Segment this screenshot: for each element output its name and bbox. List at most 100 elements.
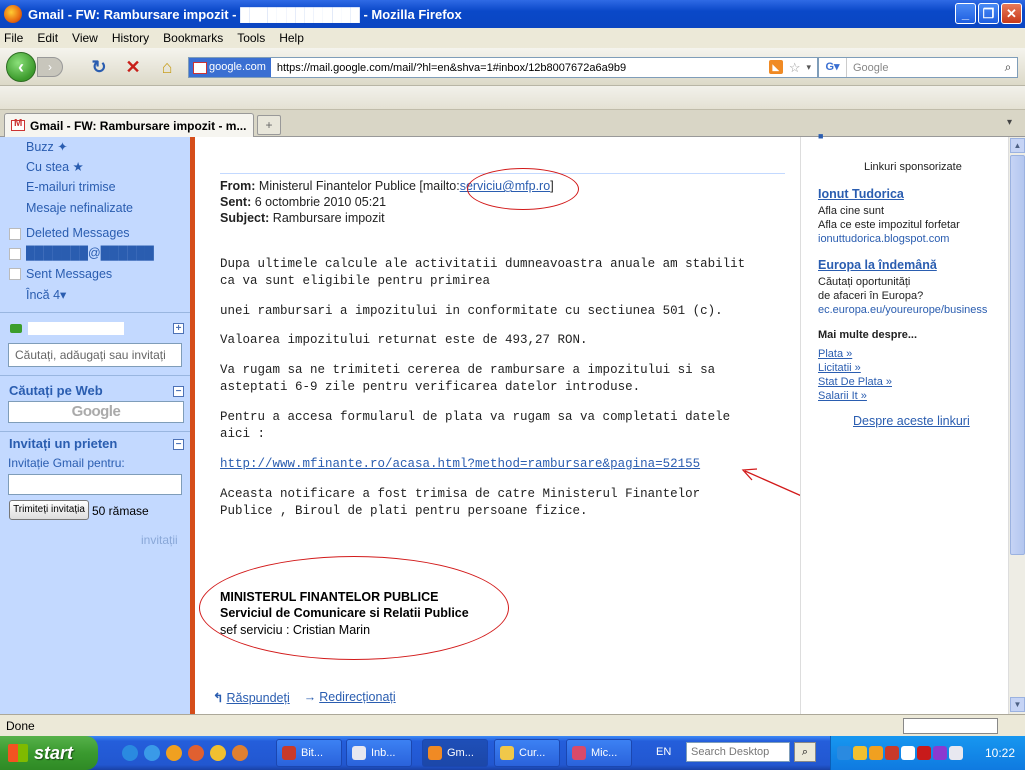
status-bar: Done (0, 714, 1025, 736)
task-folder[interactable]: Cur... (494, 739, 560, 767)
menu-help[interactable]: Help (279, 31, 304, 45)
quicklaunch-icon[interactable] (232, 745, 248, 761)
menu-edit[interactable]: Edit (37, 31, 58, 45)
back-button[interactable]: ‹ (6, 52, 36, 82)
start-button[interactable]: start (0, 736, 98, 770)
sponsored-links-pane: ■ Linkuri sponsorizate Ionut Tudorica Af… (800, 131, 1008, 714)
label-checkbox[interactable] (9, 228, 21, 240)
more-link[interactable]: Licitatii » (818, 362, 861, 374)
ad-url[interactable]: ionuttudorica.blogspot.com (818, 233, 949, 245)
forward-button[interactable]: › (37, 57, 63, 77)
collapse-icon[interactable]: − (173, 386, 184, 397)
label-checkbox[interactable] (9, 268, 21, 280)
new-tab-button[interactable]: + (257, 115, 281, 135)
annotation-signature-circle (199, 556, 509, 660)
maximize-button[interactable]: ❐ (978, 3, 999, 24)
menu-history[interactable]: History (112, 31, 149, 45)
star-bookmark-icon[interactable]: ☆ (789, 60, 801, 76)
search-icon[interactable]: ⌕ (999, 60, 1017, 75)
home-icon[interactable]: ⌂ (156, 56, 178, 78)
sponsored-heading: Linkuri sponsorizate (864, 161, 962, 173)
tray-icon[interactable] (901, 746, 915, 760)
sidebar-item-sent[interactable]: E-mailuri trimise (26, 180, 116, 194)
clock[interactable]: 10:22 (985, 746, 1015, 760)
scroll-thumb[interactable] (1010, 155, 1025, 555)
tray-icon[interactable] (869, 746, 883, 760)
phishing-link[interactable]: http://www.mfinante.ro/acasa.html?method… (220, 456, 700, 473)
forward-button[interactable]: → Redirecționați (304, 690, 396, 705)
search-engine-icon[interactable]: G▾ (819, 58, 847, 77)
sidebar-label-sent-messages[interactable]: Sent Messages (26, 267, 112, 281)
quicklaunch-icon[interactable] (144, 745, 160, 761)
quicklaunch-icon[interactable] (166, 745, 182, 761)
site-identity-button[interactable]: google.com (189, 58, 271, 77)
task-inbox[interactable]: Inb... (346, 739, 412, 767)
sidebar-label-deleted[interactable]: Deleted Messages (26, 226, 130, 240)
task-gmail-firefox[interactable]: Gm... (422, 739, 488, 767)
desktop-search-input[interactable]: Search Desktop (686, 742, 790, 762)
reply-button[interactable]: ↰ Răspundeți (213, 690, 290, 705)
gmail-sidebar: Buzz ✦ Cu stea ★ E-mailuri trimise Mesaj… (0, 137, 190, 714)
ad-line: Căutați oportunități (818, 276, 911, 288)
url-bar[interactable]: google.com https://mail.google.com/mail/… (188, 57, 818, 78)
more-link[interactable]: Stat De Plata » (818, 376, 892, 388)
ad-title[interactable]: Europa la îndemână (818, 258, 937, 272)
sidebar-more[interactable]: Încă 4▾ (26, 287, 66, 302)
invites-remaining: 50 rămase (92, 504, 149, 518)
more-link[interactable]: Salarii It » (818, 390, 867, 402)
quicklaunch-icon[interactable] (210, 745, 226, 761)
tray-icon[interactable] (853, 746, 867, 760)
minimize-button[interactable]: _ (955, 3, 976, 24)
tray-icon[interactable] (917, 746, 931, 760)
tray-icon[interactable] (933, 746, 947, 760)
tab-gmail[interactable]: Gmail - FW: Rambursare impozit - m... (4, 113, 254, 137)
firefox-icon (4, 5, 22, 23)
menu-bookmarks[interactable]: Bookmarks (163, 31, 223, 45)
reply-actions: ↰ Răspundeți → Redirecționați (213, 690, 396, 705)
language-indicator[interactable]: EN (656, 746, 671, 758)
quicklaunch-icon[interactable] (188, 745, 204, 761)
sidebar-item-drafts[interactable]: Mesaje nefinalizate (26, 201, 133, 215)
invite-label: Invitație Gmail pentru: (8, 456, 125, 470)
menu-view[interactable]: View (72, 31, 98, 45)
stop-icon[interactable]: ✕ (122, 56, 144, 78)
tray-icon[interactable] (949, 746, 963, 760)
tab-list-icon[interactable]: ▾ (1007, 117, 1019, 129)
send-invite-button[interactable]: Trimiteți invitația (9, 500, 89, 520)
menu-tools[interactable]: Tools (237, 31, 265, 45)
desktop-search-icon[interactable]: ⌕ (794, 742, 816, 762)
about-links[interactable]: Despre aceste linkuri (853, 414, 970, 428)
divider (0, 431, 190, 432)
search-input[interactable]: Google (853, 62, 999, 74)
scroll-down-icon[interactable]: ▼ (1010, 697, 1025, 712)
quicklaunch-ie-icon[interactable] (122, 745, 138, 761)
url-input[interactable]: https://mail.google.com/mail/?hl=en&shva… (277, 62, 769, 74)
collapse-icon[interactable]: − (173, 439, 184, 450)
page-content: Buzz ✦ Cu stea ★ E-mailuri trimise Mesaj… (0, 131, 1025, 714)
ad-url[interactable]: ec.europa.eu/youreurope/business (818, 304, 987, 316)
chat-search-input[interactable]: Căutați, adăugați sau invitați (8, 343, 182, 367)
invites-link[interactable]: invitații (141, 533, 178, 547)
chat-options-icon[interactable]: + (173, 323, 184, 334)
ad-title[interactable]: Ionut Tudorica (818, 187, 904, 201)
sidebar-item-buzz[interactable]: Buzz ✦ (26, 139, 68, 154)
search-box[interactable]: G▾ Google ⌕ (818, 57, 1018, 78)
ad-line: de afaceri în Europa? (818, 290, 924, 302)
reload-icon[interactable]: ↻ (88, 56, 110, 78)
task-microsoft[interactable]: Mic... (566, 739, 632, 767)
task-bittorrent[interactable]: Bit... (276, 739, 342, 767)
tray-icon[interactable] (837, 746, 851, 760)
tray-icon[interactable] (885, 746, 899, 760)
sidebar-item-starred[interactable]: Cu stea ★ (26, 159, 84, 174)
dropdown-icon[interactable]: ▾ (806, 60, 811, 76)
rss-icon[interactable]: ◣ (768, 59, 783, 74)
close-button[interactable]: ✕ (1001, 3, 1022, 24)
scroll-up-icon[interactable]: ▲ (1010, 138, 1025, 153)
label-checkbox[interactable] (9, 248, 21, 260)
vertical-scrollbar[interactable]: ▲ ▼ (1008, 137, 1025, 714)
more-link[interactable]: Plata » (818, 348, 852, 360)
sidebar-label-redacted[interactable]: ███████@██████ (26, 246, 154, 260)
google-search-logo[interactable]: Google (8, 401, 184, 423)
invite-email-field[interactable] (8, 474, 182, 495)
menu-file[interactable]: File (4, 31, 23, 45)
